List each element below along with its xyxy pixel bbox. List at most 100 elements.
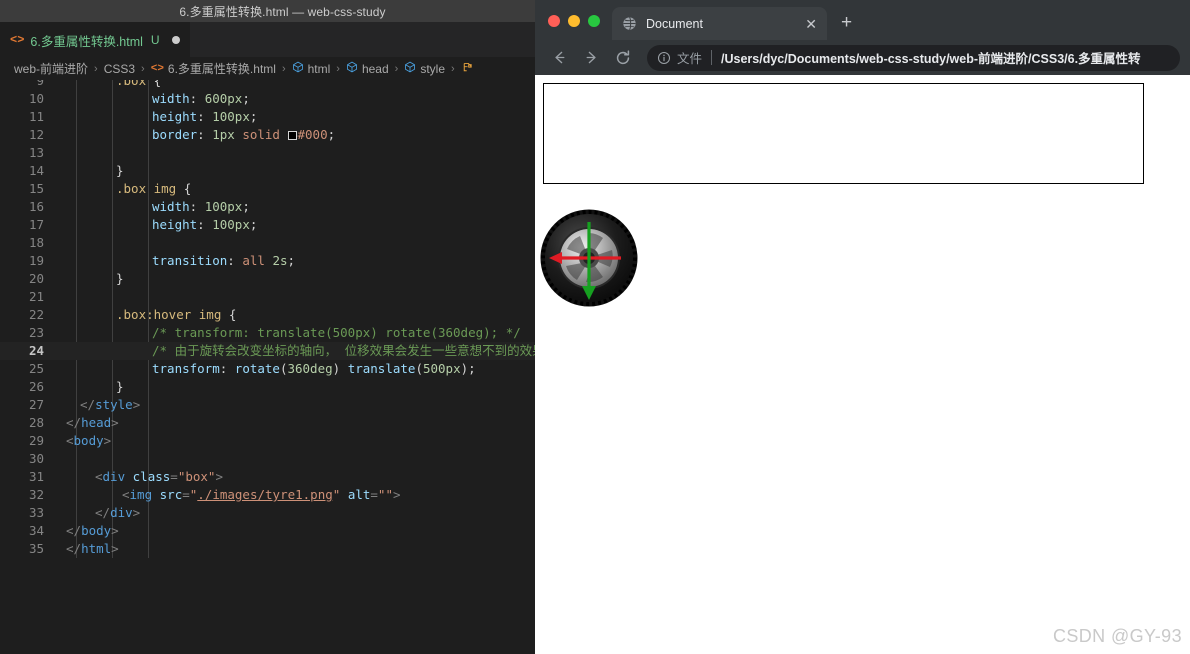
code-line: 16 width: 100px; bbox=[0, 198, 535, 216]
editor-tab-bar: <> 6.多重属性转换.html U bbox=[0, 22, 535, 57]
code-line: 33 </div> bbox=[0, 504, 535, 522]
browser-chrome: Document ✕ + 文件 /Users/dyc/Documents/web… bbox=[535, 0, 1190, 75]
symbol-cube-icon bbox=[404, 61, 416, 76]
page-viewport: CSDN @GY-93 bbox=[535, 75, 1190, 654]
editor-tab-active[interactable]: <> 6.多重属性转换.html U bbox=[0, 22, 190, 57]
code-line: 35 </html> bbox=[0, 540, 535, 558]
symbol-cube-icon bbox=[292, 61, 304, 76]
breadcrumb-separator-icon: › bbox=[394, 62, 399, 75]
line-number: 15 bbox=[28, 181, 44, 196]
reload-button[interactable] bbox=[609, 44, 637, 72]
browser-window: Document ✕ + 文件 /Users/dyc/Documents/web… bbox=[535, 0, 1190, 654]
code-line: 20 } bbox=[0, 270, 535, 288]
back-button[interactable] bbox=[545, 44, 573, 72]
color-swatch-icon bbox=[287, 131, 297, 140]
code-line: 26 } bbox=[0, 378, 535, 396]
browser-toolbar: 文件 /Users/dyc/Documents/web-css-study/we… bbox=[535, 40, 1190, 75]
code-line: 10 width: 600px; bbox=[0, 90, 535, 108]
minimize-window-button[interactable] bbox=[568, 15, 580, 27]
breadcrumb-label: web-前端进阶 bbox=[14, 62, 89, 76]
address-scheme-label: 文件 bbox=[677, 52, 703, 66]
code-comment: /* transform: translate(500px) rotate(36… bbox=[152, 325, 521, 340]
breadcrumb-separator-icon: › bbox=[451, 62, 455, 75]
info-circle-icon[interactable] bbox=[657, 51, 671, 65]
csdn-watermark: CSDN @GY-93 bbox=[1052, 626, 1182, 646]
code-line: 15 .box img { bbox=[0, 180, 535, 198]
code-line: 25 transform: rotate(360deg) translate(5… bbox=[0, 360, 535, 378]
line-number: 17 bbox=[28, 217, 44, 232]
browser-tab-document[interactable]: Document ✕ bbox=[612, 7, 827, 40]
line-number: 31 bbox=[28, 469, 44, 484]
breadcrumb-item-symbol-html[interactable]: html bbox=[292, 61, 330, 76]
breadcrumb-item-file[interactable]: <> 6.多重属性转换.html bbox=[151, 60, 276, 77]
browser-tab-strip: Document ✕ + bbox=[535, 0, 1190, 40]
line-number: 10 bbox=[28, 91, 44, 106]
vscode-title-bar: 6.多重属性转换.html — web-css-study bbox=[0, 0, 535, 22]
window-controls bbox=[535, 15, 600, 40]
address-url-text: /Users/dyc/Documents/web-css-study/web-前… bbox=[721, 52, 1141, 66]
code-editor[interactable]: 9 .box { 10 width: 600px; 11 height: 100… bbox=[0, 80, 535, 654]
line-number: 21 bbox=[28, 289, 44, 304]
close-tab-icon[interactable]: ✕ bbox=[805, 17, 817, 31]
code-comment: /* 由于旋转会改变坐标的轴向， 位移效果会发生一些意想不到的效果 bbox=[152, 343, 535, 358]
line-number: 34 bbox=[28, 523, 44, 538]
line-number: 32 bbox=[28, 487, 44, 502]
code-line: 31 <div class="box"> bbox=[0, 468, 535, 486]
line-number: 22 bbox=[28, 307, 44, 322]
code-line: 13 bbox=[0, 144, 535, 162]
code-line: 19 transition: all 2s; bbox=[0, 252, 535, 270]
code-line: 32 <img src="./images/tyre1.png" alt=""> bbox=[0, 486, 535, 504]
breadcrumb-item-folder-css3[interactable]: CSS3 bbox=[104, 62, 135, 76]
line-number: 33 bbox=[28, 505, 44, 520]
code-line: 23 /* transform: translate(500px) rotate… bbox=[0, 324, 535, 342]
breadcrumb-item-css-rule[interactable] bbox=[461, 61, 474, 77]
line-number: 13 bbox=[28, 145, 44, 160]
symbol-cube-icon bbox=[346, 61, 358, 76]
breadcrumb-item-symbol-style[interactable]: style bbox=[404, 61, 445, 76]
code-lines: 9 .box { 10 width: 600px; 11 height: 100… bbox=[0, 80, 535, 558]
new-tab-button[interactable]: + bbox=[841, 12, 852, 34]
code-line: 18 bbox=[0, 234, 535, 252]
address-bar[interactable]: 文件 /Users/dyc/Documents/web-css-study/we… bbox=[647, 44, 1180, 71]
browser-tab-title: Document bbox=[646, 16, 703, 31]
address-divider bbox=[711, 50, 713, 65]
breadcrumb-label: style bbox=[420, 61, 446, 76]
html-file-icon: <> bbox=[10, 33, 25, 47]
code-line: 21 bbox=[0, 288, 535, 306]
line-number: 20 bbox=[28, 271, 44, 286]
unsaved-dot-icon[interactable] bbox=[171, 36, 180, 44]
breadcrumb-item-symbol-head[interactable]: head bbox=[346, 61, 389, 76]
line-number: 35 bbox=[28, 541, 44, 556]
breadcrumb-label: CSS3 bbox=[103, 61, 136, 76]
line-number: 18 bbox=[28, 235, 44, 250]
globe-icon bbox=[622, 16, 637, 31]
html-file-icon: <> bbox=[150, 62, 164, 75]
code-line: 30 bbox=[0, 450, 535, 468]
code-line: 22 .box:hover img { bbox=[0, 306, 535, 324]
breadcrumb-separator-icon: › bbox=[141, 62, 145, 75]
code-line: 14 } bbox=[0, 162, 535, 180]
close-window-button[interactable] bbox=[548, 15, 560, 27]
line-number: 19 bbox=[28, 253, 44, 268]
editor-tab-filename: 6.多重属性转换.html bbox=[30, 34, 143, 49]
code-line: 11 height: 100px; bbox=[0, 108, 535, 126]
code-line: 17 height: 100px; bbox=[0, 216, 535, 234]
breadcrumb-label: 6.多重属性转换.html bbox=[167, 62, 276, 76]
line-number: 16 bbox=[28, 199, 44, 214]
code-line-active: 24 /* 由于旋转会改变坐标的轴向， 位移效果会发生一些意想不到的效果 bbox=[0, 342, 535, 360]
forward-button[interactable] bbox=[577, 44, 605, 72]
line-number: 14 bbox=[28, 163, 44, 178]
code-line: 12 border: 1px solid #000; bbox=[0, 126, 535, 144]
line-number: 28 bbox=[28, 415, 44, 430]
breadcrumb-separator-icon: › bbox=[281, 62, 286, 75]
line-number: 25 bbox=[28, 361, 44, 376]
maximize-window-button[interactable] bbox=[588, 15, 600, 27]
line-number: 11 bbox=[28, 109, 44, 124]
breadcrumb-item-folder-root[interactable]: web-前端进阶 bbox=[14, 60, 88, 77]
code-line: 9 .box { bbox=[0, 80, 535, 90]
line-number: 26 bbox=[28, 379, 44, 394]
line-number: 24 bbox=[28, 343, 44, 358]
screenshot-root: 6.多重属性转换.html — web-css-study <> 6.多重属性转… bbox=[0, 0, 1190, 654]
line-number: 23 bbox=[28, 325, 44, 340]
code-line: 34 </body> bbox=[0, 522, 535, 540]
